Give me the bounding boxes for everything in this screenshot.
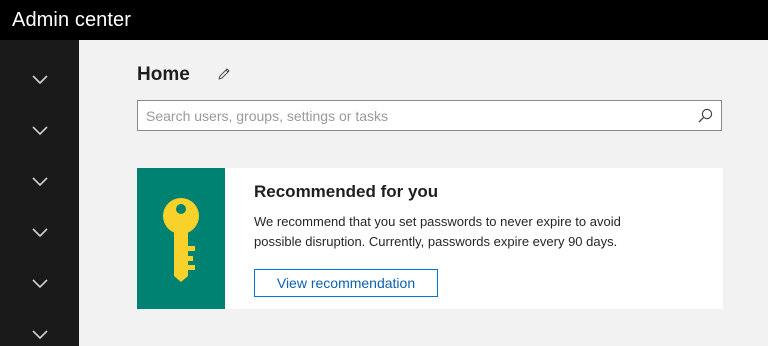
chevron-down-icon: [31, 228, 48, 238]
search-input[interactable]: [138, 101, 688, 130]
chevron-down-icon: [31, 126, 48, 136]
recommendation-card: Recommended for you We recommend that yo…: [137, 168, 723, 309]
sidebar-item-6[interactable]: [0, 315, 79, 346]
sidebar-item-2[interactable]: [0, 111, 79, 151]
search-box: [137, 100, 722, 131]
card-body: Recommended for you We recommend that yo…: [254, 182, 704, 252]
card-description-line-1: We recommend that you set passwords to n…: [254, 214, 621, 229]
app-title: Admin center: [12, 8, 132, 31]
sidebar-nav: [0, 40, 79, 346]
key-icon: [163, 197, 199, 282]
key-panel: [137, 168, 225, 309]
chevron-down-icon: [31, 330, 48, 340]
sidebar-item-5[interactable]: [0, 264, 79, 304]
pencil-icon[interactable]: [217, 67, 231, 81]
main-content: Home Recommended for you We recommend: [79, 40, 768, 346]
view-recommendation-button[interactable]: View recommendation: [254, 269, 438, 297]
page-title: Home: [137, 64, 190, 85]
card-description: We recommend that you set passwords to n…: [254, 212, 704, 252]
sidebar-item-4[interactable]: [0, 213, 79, 253]
card-description-line-2: possible disruption. Currently, password…: [254, 234, 618, 249]
card-title: Recommended for you: [254, 182, 439, 201]
sidebar-item-3[interactable]: [0, 162, 79, 202]
chevron-down-icon: [31, 177, 48, 187]
sidebar-item-1[interactable]: [0, 60, 79, 100]
search-icon[interactable]: [698, 108, 713, 123]
top-bar: Admin center: [0, 0, 768, 40]
chevron-down-icon: [31, 279, 48, 289]
chevron-down-icon: [31, 75, 48, 85]
page-title-row: Home: [137, 64, 190, 86]
